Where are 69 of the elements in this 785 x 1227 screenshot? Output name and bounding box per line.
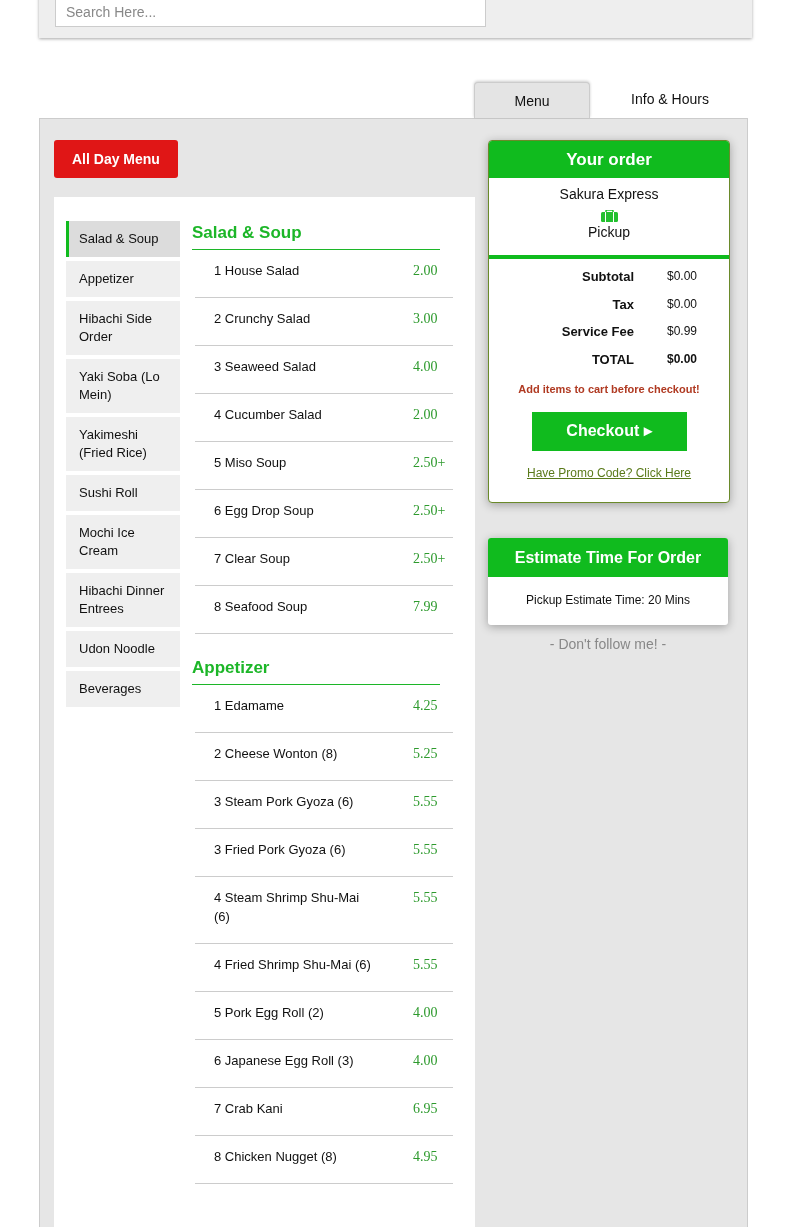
category-item[interactable]: Beverages [66, 671, 180, 707]
item-name[interactable]: 3 Seaweed Salad [214, 357, 374, 376]
item-price: 2.50+ [413, 454, 447, 472]
item-name[interactable]: 8 Chicken Nugget (8) [214, 1147, 374, 1166]
item-name[interactable]: 6 Egg Drop Soup [214, 501, 374, 520]
total-value: $0.00 [667, 350, 698, 368]
item-name[interactable]: 5 Miso Soup [214, 453, 374, 472]
item-price: 2.00 [413, 262, 439, 280]
item-name[interactable]: 6 Japanese Egg Roll (3) [214, 1051, 374, 1070]
item-name[interactable]: 2 Cheese Wonton (8) [214, 744, 374, 763]
total-value: $0.00 [667, 295, 698, 313]
item-price: 5.55 [413, 956, 439, 974]
category-item[interactable]: Salad & Soup [66, 221, 180, 257]
item-name[interactable]: 4 Fried Shrimp Shu-Mai (6) [214, 955, 374, 974]
item-price: 5.55 [413, 841, 439, 859]
item-name[interactable]: 2 Crunchy Salad [214, 309, 374, 328]
estimate-title: Estimate Time For Order [488, 537, 728, 577]
category-item[interactable]: Appetizer [66, 261, 180, 297]
item-price: 3.00 [413, 310, 439, 328]
footer-note: - Don't follow me! - [548, 634, 668, 654]
item-price: 4.00 [413, 1052, 439, 1070]
item-name[interactable]: 5 Pork Egg Roll (2) [214, 1003, 374, 1022]
tab[interactable]: Menu [474, 82, 590, 118]
total-label: Tax [611, 295, 634, 314]
item-name[interactable]: 1 Edamame [214, 696, 374, 715]
section-heading: Salad & Soup [192, 221, 440, 250]
category-item[interactable]: Hibachi Side Order [66, 301, 180, 355]
category-item[interactable]: Mochi Ice Cream [66, 515, 180, 569]
item-name[interactable]: 4 Steam Shrimp Shu-Mai (6) [214, 888, 374, 926]
order-title: Your order [489, 141, 729, 178]
item-price: 7.99 [413, 598, 439, 616]
item-name[interactable]: 3 Steam Pork Gyoza (6) [214, 792, 374, 811]
item-price: 2.50+ [413, 550, 447, 568]
promo-link[interactable]: Have Promo Code? Click Here [526, 463, 692, 482]
item-price: 2.00 [413, 406, 439, 424]
total-value: $0.00 [667, 268, 698, 285]
item-name[interactable]: 1 House Salad [214, 261, 374, 280]
category-item[interactable]: Yaki Soba (Lo Mein) [66, 359, 180, 413]
cart-warning: Add items to cart before checkout! [517, 382, 701, 397]
category-item[interactable]: Hibachi Dinner Entrees [66, 573, 180, 627]
suitcase-icon [600, 210, 618, 222]
category-item[interactable]: Udon Noodle [66, 631, 180, 667]
total-label: TOTAL [590, 350, 634, 369]
item-name[interactable]: 3 Fried Pork Gyoza (6) [214, 840, 374, 859]
item-price: 4.00 [413, 1004, 439, 1022]
category-item[interactable]: Yakimeshi (Fried Rice) [66, 417, 180, 471]
search-field[interactable]: Search Here... [55, 0, 486, 27]
item-price: 4.95 [413, 1148, 439, 1166]
menu-button[interactable]: All Day Menu [54, 140, 178, 178]
item-price: 6.95 [413, 1100, 439, 1118]
item-price: 4.00 [413, 358, 439, 376]
item-price: 5.55 [413, 793, 439, 811]
item-name[interactable]: 7 Clear Soup [214, 549, 374, 568]
item-name[interactable]: 4 Cucumber Salad [214, 405, 374, 424]
estimate-text: Pickup Estimate Time: 20 Mins [524, 591, 692, 609]
item-price: 4.25 [413, 697, 439, 715]
category-item[interactable]: Sushi Roll [66, 475, 180, 511]
tab[interactable]: Info & Hours [600, 82, 740, 118]
item-name[interactable]: 8 Seafood Soup [214, 597, 374, 616]
total-label: Subtotal [581, 268, 634, 286]
restaurant-name: Sakura Express [558, 185, 660, 204]
order-mode: Pickup [587, 223, 631, 242]
total-label: Service Fee [560, 323, 634, 341]
item-price: 2.50+ [413, 502, 447, 520]
item-name[interactable]: 7 Crab Kani [214, 1099, 374, 1118]
item-price: 5.55 [413, 889, 439, 907]
item-price: 5.25 [413, 745, 439, 763]
section-heading: Appetizer [192, 656, 440, 685]
total-value: $0.99 [667, 323, 698, 340]
